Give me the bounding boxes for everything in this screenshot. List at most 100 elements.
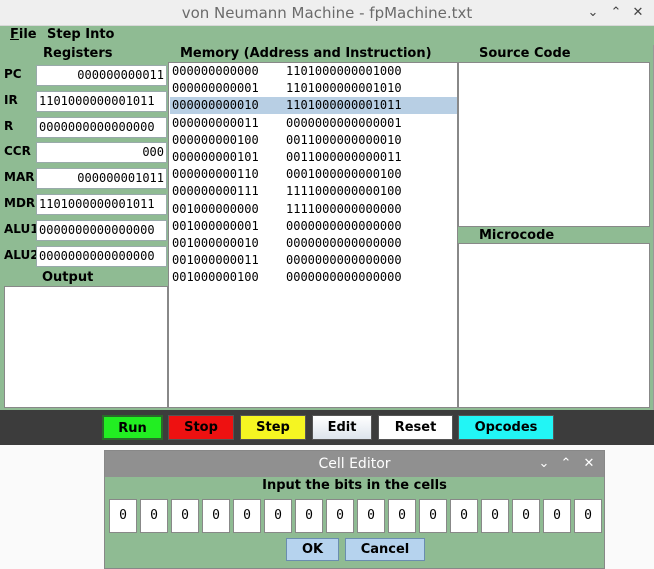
register-label: ALU2 (4, 247, 39, 262)
edit-button[interactable]: Edit (312, 415, 372, 440)
register-label: R (4, 118, 14, 133)
memory-address: 000000000100 (172, 132, 259, 147)
memory-address: 001000000001 (172, 218, 259, 233)
memory-row[interactable]: 000000000000 1101000000001000 (170, 63, 457, 80)
cancel-button[interactable]: Cancel (345, 538, 425, 561)
register-field-alu1[interactable]: 0000000000000000 (36, 219, 167, 241)
bit-cell[interactable]: 0 (171, 499, 199, 533)
register-field-r[interactable]: 0000000000000000 (36, 116, 167, 138)
menu-bar: File Step Into (0, 26, 654, 45)
memory-row[interactable]: 000000000010 1101000000001011 (170, 97, 457, 115)
memory-row[interactable]: 001000000000 1111000000000000 (170, 201, 457, 218)
memory-instruction: 1101000000001011 (286, 98, 402, 113)
bit-cell[interactable]: 0 (481, 499, 509, 533)
bit-cell[interactable]: 0 (326, 499, 354, 533)
registers-heading: Registers (43, 46, 113, 61)
memory-address: 000000000101 (172, 150, 259, 164)
memory-address: 001000000000 (172, 201, 259, 216)
memory-row[interactable]: 000000000101 0011000000000011 (170, 149, 457, 166)
microcode-area[interactable] (458, 243, 650, 408)
bit-cell[interactable]: 0 (295, 499, 323, 533)
bit-cell[interactable]: 0 (109, 499, 137, 533)
memory-instruction: 0011000000000010 (286, 132, 402, 147)
memory-row[interactable]: 000000000001 1101000000001010 (170, 80, 457, 97)
register-field-mar[interactable]: 000000001011 (36, 168, 167, 190)
memory-instruction: 1101000000001000 (286, 64, 402, 78)
memory-instruction: 1111000000000100 (286, 184, 402, 199)
memory-row[interactable]: 000000000100 0011000000000010 (170, 132, 457, 149)
opcodes-button[interactable]: Opcodes (458, 415, 554, 440)
maximize-icon[interactable]: ⌃ (607, 4, 625, 22)
window-title: von Neumann Machine - fpMachine.txt (181, 4, 473, 22)
memory-instruction: 0000000000000000 (286, 270, 402, 285)
memory-row[interactable]: 000000000110 0001000000000100 (170, 166, 457, 183)
memory-row[interactable]: 001000000001 0000000000000000 (170, 218, 457, 235)
memory-address: 000000000011 (172, 115, 259, 130)
register-field-alu2[interactable]: 0000000000000000 (36, 245, 167, 267)
register-label: IR (4, 92, 18, 107)
bit-cell[interactable]: 0 (202, 499, 230, 533)
memory-row[interactable]: 000000000111 1111000000000100 (170, 183, 457, 200)
bit-cell[interactable]: 0 (264, 499, 292, 533)
register-field-ccr[interactable]: 000 (36, 142, 167, 164)
minimize-icon[interactable]: ⌄ (584, 4, 602, 22)
memory-row[interactable]: 001000000100 0000000000000000 (170, 269, 457, 286)
register-field-mdr[interactable]: 1101000000001011 (36, 194, 167, 215)
reset-button[interactable]: Reset (378, 415, 453, 440)
memory-row[interactable]: 001000000011 0000000000000000 (170, 252, 457, 269)
register-field-ir[interactable]: 1101000000001011 (36, 90, 167, 112)
memory-address: 000000000111 (172, 184, 259, 199)
output-heading: Output (42, 270, 94, 285)
cell-editor-title-bar: Cell Editor ⌄ ⌃ ✕ (105, 451, 604, 477)
main-window: von Neumann Machine - fpMachine.txt ⌄ ⌃ … (0, 0, 654, 445)
register-label: MAR (4, 170, 35, 185)
cell-editor-prompt: Input the bits in the cells (262, 478, 447, 493)
stop-button[interactable]: Stop (168, 415, 234, 440)
cell-editor-dialog: Cell Editor ⌄ ⌃ ✕ Input the bits in the … (104, 450, 605, 569)
menu-step-into[interactable]: Step Into (47, 27, 114, 42)
run-button[interactable]: Run (102, 415, 163, 440)
step-button[interactable]: Step (240, 415, 306, 440)
memory-list[interactable]: 000000000000 1101000000001000 000000000001… (168, 62, 458, 408)
register-label: MDR (4, 196, 36, 210)
source-code-area[interactable] (458, 62, 650, 227)
memory-instruction: 0001000000000100 (286, 167, 402, 182)
memory-address: 000000000000 (172, 64, 259, 78)
bit-cell[interactable]: 0 (512, 499, 540, 533)
memory-address: 001000000011 (172, 253, 259, 268)
bit-cell[interactable]: 0 (419, 499, 447, 533)
memory-row[interactable]: 001000000010 0000000000000000 (170, 235, 457, 252)
bit-cell[interactable]: 0 (543, 499, 571, 533)
bit-cell[interactable]: 0 (357, 499, 385, 533)
memory-address: 001000000100 (172, 270, 259, 285)
ok-button[interactable]: OK (286, 538, 339, 561)
memory-address: 001000000010 (172, 236, 259, 250)
register-field-pc[interactable]: 000000000011 (36, 65, 167, 86)
memory-instruction: 0000000000000000 (286, 218, 402, 233)
dialog-minimize-icon[interactable]: ⌄ (535, 455, 553, 473)
microcode-heading: Microcode (479, 228, 555, 243)
cell-editor-title: Cell Editor (318, 456, 391, 472)
memory-instruction: 0000000000000000 (286, 236, 402, 250)
memory-address: 000000000010 (172, 98, 259, 113)
bit-cell[interactable]: 0 (388, 499, 416, 533)
memory-instruction: 0011000000000011 (286, 150, 402, 164)
output-area[interactable] (4, 286, 168, 408)
memory-row[interactable]: 000000000011 0000000000000001 (170, 115, 457, 132)
menu-file[interactable]: File (10, 27, 37, 42)
memory-heading: Memory (Address and Instruction) (180, 46, 432, 61)
register-label: PC (4, 67, 22, 81)
dialog-maximize-icon[interactable]: ⌃ (557, 455, 575, 473)
register-label: ALU1 (4, 221, 39, 236)
close-icon[interactable]: ✕ (629, 4, 647, 22)
bit-cell[interactable]: 0 (574, 499, 602, 533)
source-code-heading: Source Code (479, 46, 571, 61)
register-label: CCR (4, 144, 31, 159)
bit-cell[interactable]: 0 (450, 499, 478, 533)
memory-instruction: 0000000000000001 (286, 115, 402, 130)
bit-cell[interactable]: 0 (140, 499, 168, 533)
bit-cell[interactable]: 0 (233, 499, 261, 533)
memory-instruction: 1101000000001010 (286, 81, 402, 96)
memory-address: 000000000110 (172, 167, 259, 182)
dialog-close-icon[interactable]: ✕ (580, 455, 598, 473)
